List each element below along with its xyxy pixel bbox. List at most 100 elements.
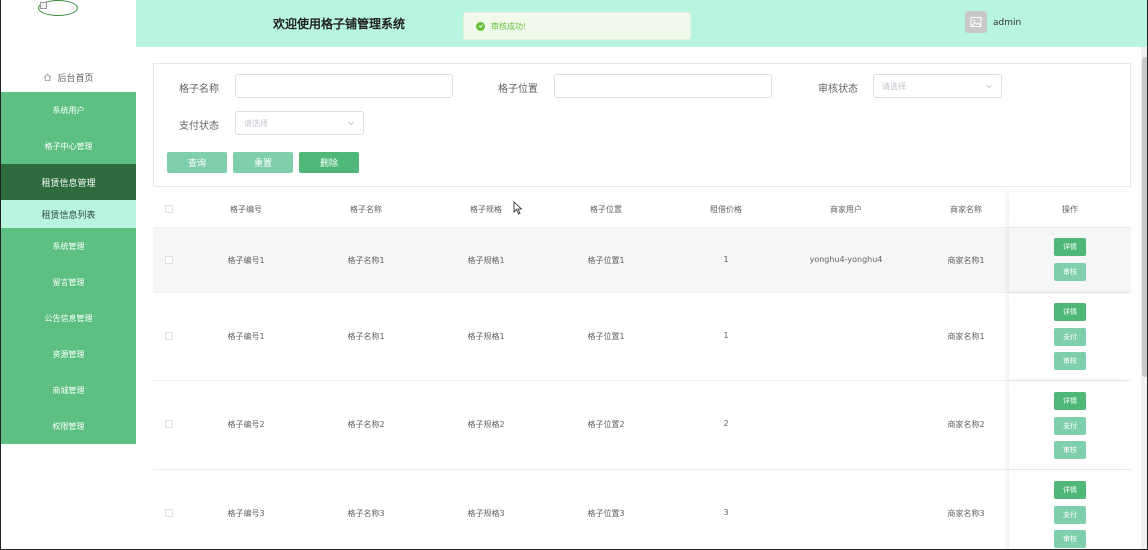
sidebar-home[interactable]: 后台首页 [1, 66, 136, 88]
sidebar-item-permissions[interactable]: 权限管理 [1, 408, 136, 444]
table-row[interactable]: 格子编号3 格子名称3 格子规格3 格子位置3 3 商家名称3 详情 支付 审核 [153, 470, 1131, 549]
detail-button[interactable]: 详情 [1054, 392, 1086, 410]
sidebar-item-rental-list[interactable]: 租赁信息列表 [1, 200, 136, 228]
sidebar-item-label: 留言管理 [52, 277, 85, 287]
cell-price: 2 [723, 419, 729, 428]
column-header: 格子规格 [470, 205, 502, 214]
actions-cell: 详情 支付 审核 [1009, 470, 1131, 549]
actions-cell: 详情 支付 审核 [1009, 293, 1131, 380]
actions-column-header: 操作 [1009, 192, 1131, 227]
row-checkbox[interactable] [165, 509, 173, 517]
sidebar-item-label: 公告信息管理 [44, 313, 93, 323]
toast-message: 审核成功! [491, 21, 527, 31]
sidebar-item-label: 格子中心管理 [44, 141, 93, 151]
cell-spec: 格子规格1 [467, 256, 505, 265]
cell-spec: 格子规格3 [467, 509, 505, 518]
sidebar-item-messages[interactable]: 留言管理 [1, 264, 136, 300]
search-panel: 格子名称 格子位置 审核状态 请选择 支付状态 请选择 查询 重置 删除 [153, 63, 1131, 187]
table-row[interactable]: 格子编号1 格子名称1 格子规格1 格子位置1 1 yonghu4-yonghu… [153, 228, 1131, 293]
cell-code: 格子编号1 [227, 332, 265, 341]
sidebar-menu: 系统用户 格子中心管理 租赁信息管理 租赁信息列表 系统管理 留言管理 公告信息… [1, 92, 136, 444]
name-input[interactable] [235, 74, 453, 98]
image-icon [970, 17, 982, 27]
sidebar-item-label: 租赁信息列表 [41, 210, 96, 221]
success-toast: 审核成功! [463, 12, 691, 40]
row-checkbox[interactable] [165, 332, 173, 340]
audit-status-label: 审核状态 [818, 84, 858, 95]
cell-code: 格子编号3 [227, 509, 265, 518]
top-header: 欢迎使用格子铺管理系统 审核成功! admin [136, 0, 1147, 47]
column-header: 商家用户 [830, 205, 862, 214]
query-button[interactable]: 查询 [167, 152, 227, 173]
check-circle-icon [476, 21, 485, 31]
cell-price: 1 [723, 255, 729, 264]
sidebar-item-label: 资源管理 [52, 349, 85, 359]
pay-button[interactable]: 支付 [1054, 328, 1086, 346]
audit-button[interactable]: 审核 [1054, 441, 1086, 459]
column-header: 商家名称 [950, 205, 982, 214]
pay-button[interactable]: 支付 [1054, 506, 1086, 524]
column-header: 操作 [1062, 205, 1078, 214]
sidebar-item-mall[interactable]: 商城管理 [1, 372, 136, 408]
cell-location: 格子位置1 [587, 332, 625, 341]
pay-button[interactable]: 支付 [1054, 417, 1086, 435]
pay-status-select[interactable]: 请选择 [235, 111, 364, 135]
location-label: 格子位置 [498, 84, 538, 95]
sidebar-item-grid-center[interactable]: 格子中心管理 [1, 128, 136, 164]
sidebar-item-label: 系统用户 [52, 105, 85, 115]
username[interactable]: admin [993, 18, 1021, 28]
detail-button[interactable]: 详情 [1054, 303, 1086, 321]
sidebar-item-resources[interactable]: 资源管理 [1, 336, 136, 372]
pay-status-placeholder: 请选择 [244, 118, 268, 128]
cell-location: 格子位置1 [587, 256, 625, 265]
column-header: 格子位置 [590, 205, 622, 214]
sidebar-item-system[interactable]: 系统管理 [1, 228, 136, 264]
sidebar: 后台首页 系统用户 格子中心管理 租赁信息管理 租赁信息列表 系统管理 留言管理… [1, 0, 136, 549]
table-header: 格子编号 格子名称 格子规格 格子位置 租借价格 商家用户 商家名称 操作 [153, 192, 1131, 228]
cell-merchant-name: 商家名称1 [947, 256, 985, 265]
chevron-down-icon [986, 84, 992, 89]
sidebar-item-system-users[interactable]: 系统用户 [1, 92, 136, 128]
mouse-cursor-icon [513, 201, 523, 215]
cell-price: 1 [723, 331, 729, 340]
sidebar-item-label: 权限管理 [52, 421, 85, 431]
vertical-scrollbar[interactable] [1141, 47, 1147, 549]
name-label: 格子名称 [179, 84, 219, 95]
cell-name: 格子名称1 [347, 332, 385, 341]
audit-button[interactable]: 审核 [1054, 530, 1086, 548]
page-title: 欢迎使用格子铺管理系统 [273, 17, 406, 31]
home-icon [44, 73, 52, 81]
row-checkbox[interactable] [165, 420, 173, 428]
broken-image-icon [40, 2, 47, 9]
cell-merchant-name: 商家名称2 [947, 420, 985, 429]
avatar[interactable] [965, 11, 987, 33]
scrollbar-thumb[interactable] [1142, 57, 1147, 377]
cell-merchant-name: 商家名称1 [947, 332, 985, 341]
cell-name: 格子名称2 [347, 420, 385, 429]
audit-button[interactable]: 审核 [1054, 263, 1086, 281]
audit-button[interactable]: 审核 [1054, 352, 1086, 370]
sidebar-item-rental-management[interactable]: 租赁信息管理 [1, 164, 136, 200]
cell-location: 格子位置3 [587, 509, 625, 518]
sidebar-item-announcements[interactable]: 公告信息管理 [1, 300, 136, 336]
row-checkbox[interactable] [165, 256, 173, 264]
audit-status-select[interactable]: 请选择 [873, 74, 1002, 98]
delete-button[interactable]: 删除 [299, 152, 359, 173]
detail-button[interactable]: 详情 [1054, 481, 1086, 499]
logo [38, 0, 78, 16]
cell-name: 格子名称1 [347, 256, 385, 265]
app-frame: 欢迎使用格子铺管理系统 审核成功! admin 后台首页 系统用户 格子中心管理… [0, 0, 1148, 550]
select-all-checkbox[interactable] [165, 205, 173, 213]
cell-spec: 格子规格2 [467, 420, 505, 429]
cell-spec: 格子规格1 [467, 332, 505, 341]
sidebar-home-label: 后台首页 [57, 73, 94, 84]
cell-merchant-name: 商家名称3 [947, 509, 985, 518]
table-row[interactable]: 格子编号1 格子名称1 格子规格1 格子位置1 1 商家名称1 详情 支付 审核 [153, 293, 1131, 381]
detail-button[interactable]: 详情 [1054, 238, 1086, 256]
location-input[interactable] [554, 74, 772, 98]
reset-button[interactable]: 重置 [233, 152, 293, 173]
cell-location: 格子位置2 [587, 420, 625, 429]
sidebar-item-label: 商城管理 [52, 385, 85, 395]
cell-merchant-user: yonghu4-yonghu4 [809, 255, 883, 264]
table-row[interactable]: 格子编号2 格子名称2 格子规格2 格子位置2 2 商家名称2 详情 支付 审核 [153, 381, 1131, 470]
